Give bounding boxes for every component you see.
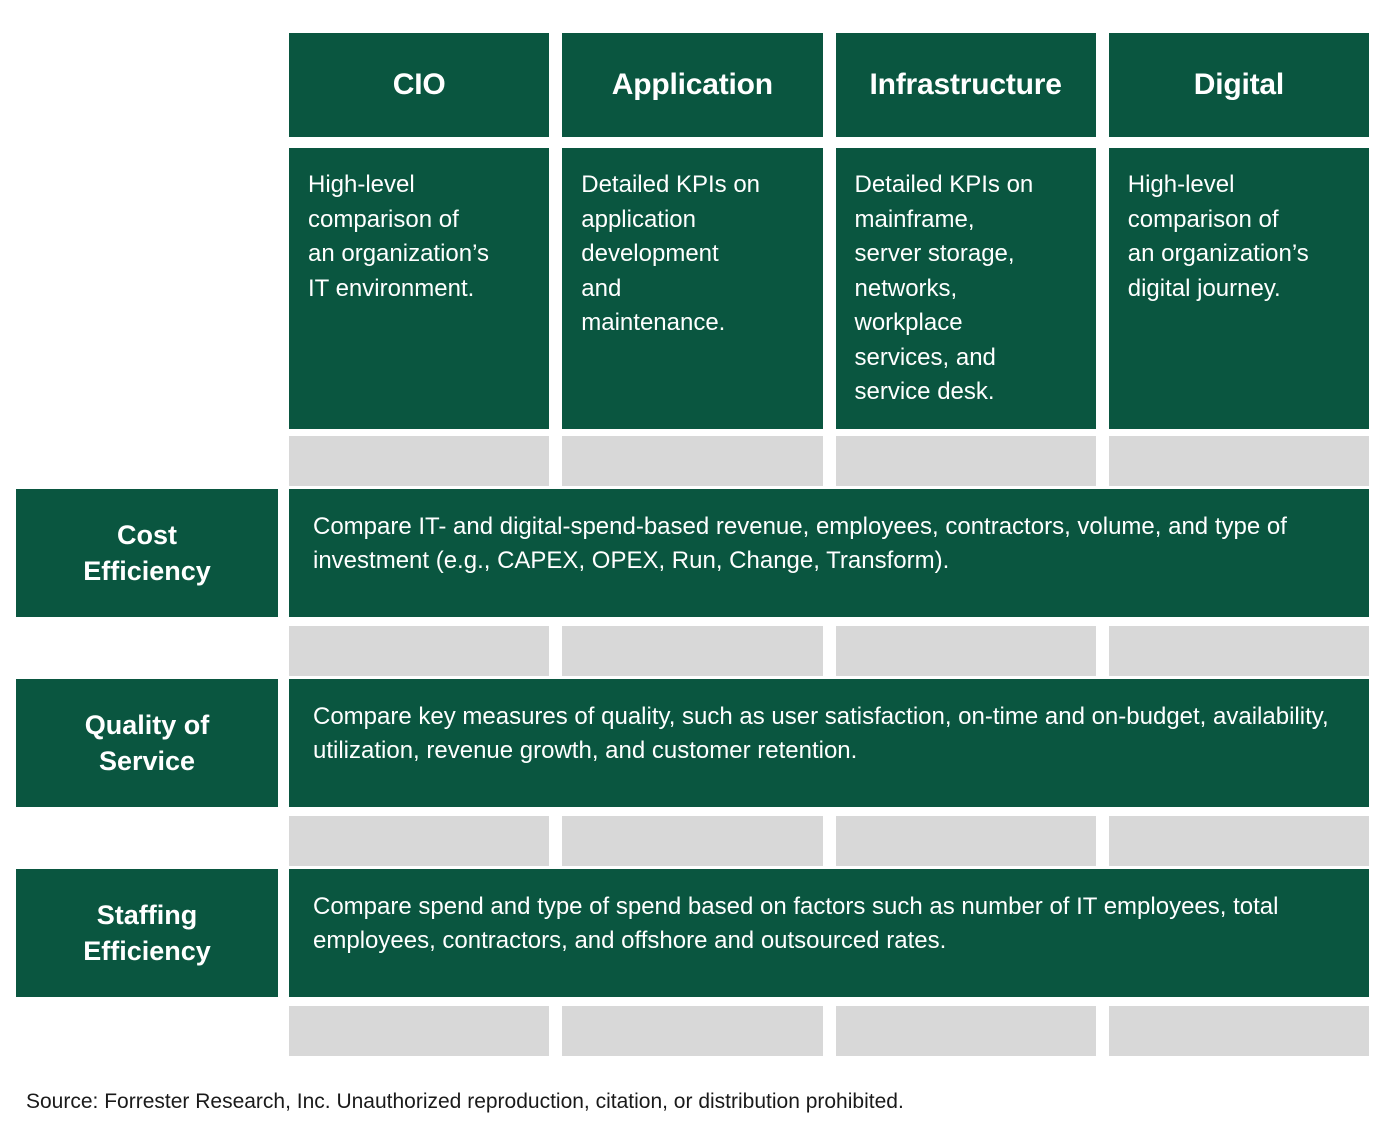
spacer-cell (289, 816, 550, 866)
column-header-label: Infrastructure (869, 68, 1062, 101)
source-note: Source: Forrester Research, Inc. Unautho… (26, 1090, 904, 1113)
spacer-cell (289, 436, 550, 486)
spacer-cell (835, 626, 1096, 676)
spacer-cell (1108, 436, 1369, 486)
criteria-row-quality-of-service: Quality of Service Compare key measures … (0, 679, 1384, 807)
spacer-band-3 (289, 816, 1369, 866)
column-header-label: CIO (392, 68, 446, 101)
column-header-label: Application (611, 68, 773, 101)
column-description-row: High-level comparison of an organization… (289, 148, 1369, 429)
spacer-cell (289, 626, 550, 676)
spacer-cell (562, 816, 823, 866)
spacer-band-4 (289, 1006, 1369, 1056)
criteria-text-staffing-efficiency: Compare spend and type of spend based on… (289, 869, 1369, 997)
criteria-row-staffing-efficiency: Staffing Efficiency Compare spend and ty… (0, 869, 1384, 997)
criteria-row-cost-efficiency: Cost Efficiency Compare IT- and digital-… (0, 489, 1384, 617)
column-header-digital: Digital (1108, 33, 1369, 137)
column-description-infrastructure: Detailed KPIs on mainframe, server stora… (835, 148, 1096, 429)
column-description-application: Detailed KPIs on application development… (562, 148, 823, 429)
spacer-cell (1108, 1006, 1369, 1056)
spacer-band-2 (289, 626, 1369, 676)
column-header-label: Digital (1193, 68, 1285, 101)
spacer-cell (562, 1006, 823, 1056)
criteria-text-cost-efficiency: Compare IT- and digital-spend-based reve… (289, 489, 1369, 617)
spacer-cell (289, 1006, 550, 1056)
criteria-text-quality-of-service: Compare key measures of quality, such as… (289, 679, 1369, 807)
comparison-matrix: CIO Application Infrastructure Digital H… (0, 0, 1384, 1122)
column-description-digital: High-level comparison of an organization… (1108, 148, 1369, 429)
spacer-cell (1108, 816, 1369, 866)
spacer-band-1 (289, 436, 1369, 486)
criteria-label-cost-efficiency: Cost Efficiency (16, 489, 278, 617)
criteria-label-quality-of-service: Quality of Service (16, 679, 278, 807)
column-description-cio: High-level comparison of an organization… (289, 148, 550, 429)
spacer-cell (835, 816, 1096, 866)
spacer-cell (562, 436, 823, 486)
spacer-cell (835, 436, 1096, 486)
spacer-cell (835, 1006, 1096, 1056)
column-header-row: CIO Application Infrastructure Digital (289, 33, 1369, 137)
column-header-application: Application (562, 33, 823, 137)
column-header-cio: CIO (289, 33, 550, 137)
criteria-label-staffing-efficiency: Staffing Efficiency (16, 869, 278, 997)
spacer-cell (1108, 626, 1369, 676)
spacer-cell (562, 626, 823, 676)
column-header-infrastructure: Infrastructure (835, 33, 1096, 137)
